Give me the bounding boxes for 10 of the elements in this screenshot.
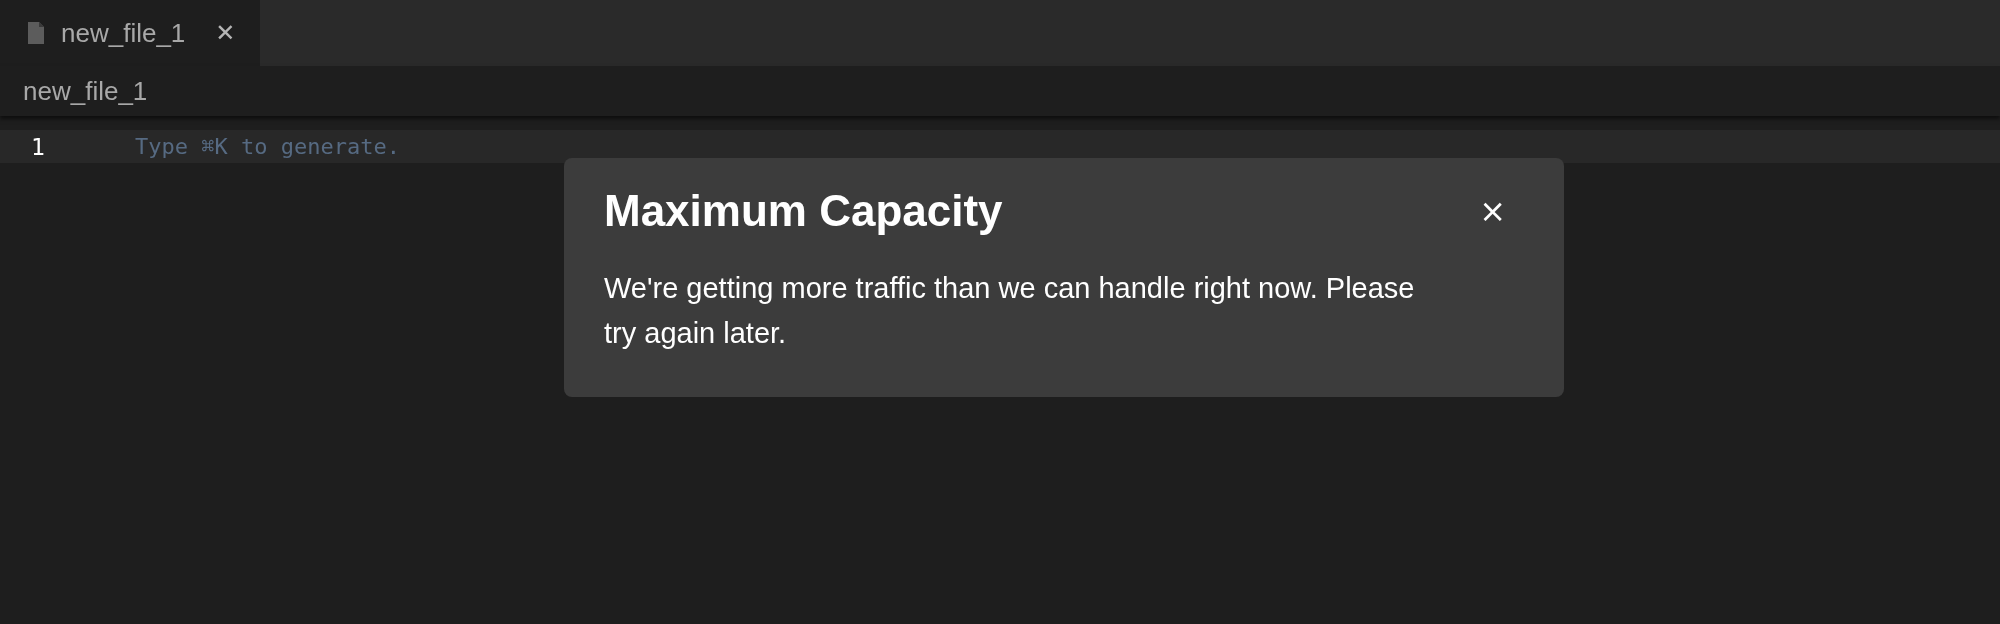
editor-placeholder: Type ⌘K to generate.	[135, 134, 400, 159]
breadcrumb[interactable]: new_file_1	[23, 75, 148, 107]
editor-tab[interactable]: new_file_1 ✕	[0, 0, 260, 66]
tab-label: new_file_1	[61, 17, 186, 49]
close-button[interactable]: ×	[1471, 195, 1514, 227]
dialog-title: Maximum Capacity	[604, 186, 1003, 236]
dialog-message: We're getting more traffic than we can handle right now. Please try again later.	[604, 271, 1416, 351]
file-icon	[28, 22, 44, 44]
close-icon[interactable]: ✕	[215, 19, 236, 47]
line-number: 1	[30, 133, 46, 160]
